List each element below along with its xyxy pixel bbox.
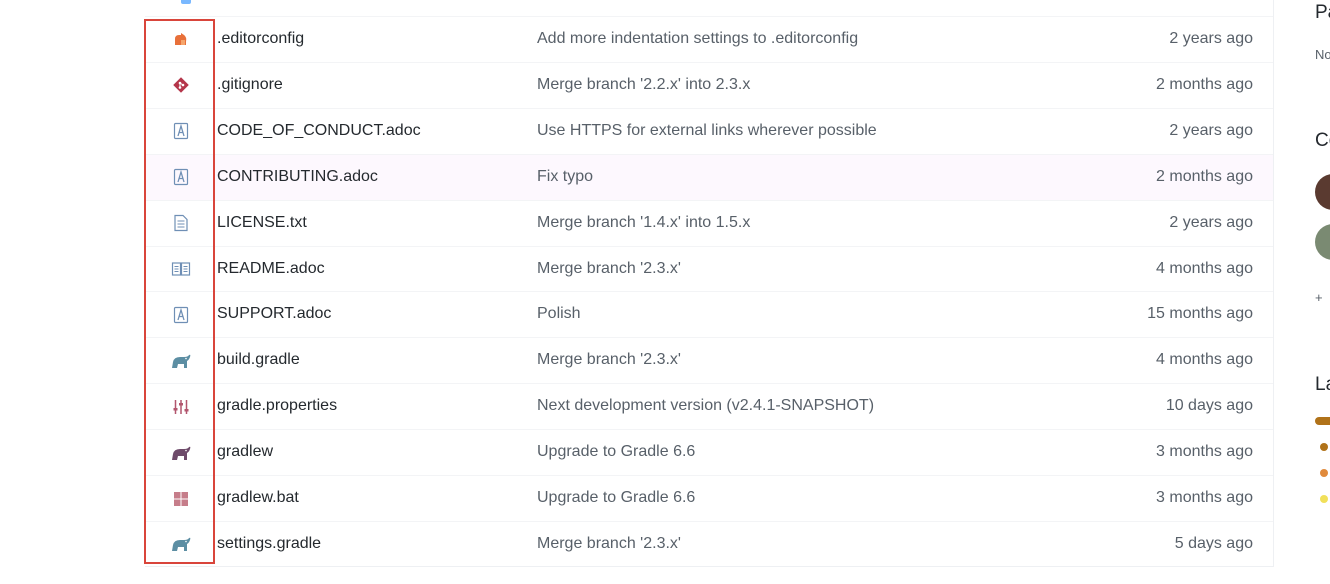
commit-age: 15 months ago [1147, 305, 1253, 323]
commit-age: 3 months ago [1156, 489, 1253, 506]
file-row[interactable]: settings.gradle Merge branch '2.3.x' 5 day… [145, 520, 1273, 567]
file-name-link[interactable]: gradlew [217, 443, 273, 461]
commit-age: 10 days ago [1165, 397, 1253, 415]
file-row[interactable]: gradlew Upgrade to Gradle 6.6 3 months ago [145, 429, 1273, 475]
language-dot [1320, 443, 1328, 451]
git-icon [145, 63, 217, 108]
file-name-link[interactable]: CODE_OF_CONDUCT.adoc [217, 122, 421, 140]
file-list: .editorconfig Add more indentation settin… [145, 0, 1274, 567]
commit-age: 2 months ago [1156, 167, 1253, 185]
asciidoc-icon [145, 292, 217, 337]
file-row[interactable]: gradle.properties Next development versio… [145, 383, 1273, 429]
contributor-avatar[interactable] [1315, 174, 1330, 210]
language-dot [1320, 495, 1328, 503]
file-row[interactable]: gradlew.bat Upgrade to Gradle 6.6 3 months… [145, 475, 1273, 521]
file-name-link[interactable]: .gitignore [217, 76, 283, 94]
file-name-link[interactable]: README.adoc [217, 260, 325, 278]
commit-age: 4 months ago [1156, 351, 1253, 369]
right-sidebar: Pa No Co + La [1275, 0, 1330, 584]
file-name-link[interactable]: SUPPORT.adoc [217, 305, 331, 323]
commit-message-link[interactable]: Merge branch '2.3.x' [537, 351, 681, 369]
packages-text: No [1315, 47, 1330, 62]
editorconfig-icon [145, 17, 217, 62]
file-name-link[interactable]: CONTRIBUTING.adoc [217, 168, 378, 186]
readme-book-icon [145, 247, 217, 292]
file-row[interactable]: .gitignore Merge branch '2.2.x' into 2.3.… [145, 61, 1273, 108]
commit-message-link[interactable]: Upgrade to Gradle 6.6 [537, 489, 695, 507]
commit-message-link[interactable]: Polish [537, 305, 581, 323]
commit-message-link[interactable]: Merge branch '2.3.x' [537, 535, 681, 553]
file-name-link[interactable]: LICENSE.txt [217, 214, 307, 232]
asciidoc-icon [145, 155, 217, 200]
commit-message-link[interactable]: Fix typo [537, 168, 593, 186]
language-bar [1315, 417, 1330, 425]
commit-age: 4 months ago [1156, 259, 1253, 277]
gradle-elephant-icon [145, 522, 217, 567]
commit-message-link[interactable]: Next development version (v2.4.1-SNAPSHO… [537, 397, 874, 415]
contributors-heading: Co [1315, 130, 1330, 151]
file-row-partial[interactable] [145, 0, 1273, 17]
commit-age: 2 years ago [1169, 213, 1253, 231]
file-row[interactable]: .editorconfig Add more indentation settin… [145, 16, 1273, 62]
commit-message-link[interactable]: Merge branch '2.3.x' [537, 260, 681, 278]
packages-heading: Pa [1315, 2, 1330, 23]
commit-message-link[interactable]: Merge branch '2.2.x' into 2.3.x [537, 76, 750, 94]
commit-message-link[interactable]: Add more indentation settings to .editor… [537, 30, 858, 48]
text-file-icon [145, 201, 217, 246]
asciidoc-icon [145, 109, 217, 154]
file-row[interactable]: README.adoc Merge branch '2.3.x' 4 months … [145, 245, 1273, 292]
file-row[interactable]: build.gradle Merge branch '2.3.x' 4 months… [145, 337, 1273, 383]
commit-age: 3 months ago [1156, 443, 1253, 461]
commit-age: 2 months ago [1156, 75, 1253, 93]
contributor-avatar[interactable] [1315, 224, 1330, 260]
commit-age: 2 years ago [1169, 121, 1253, 139]
file-row[interactable]: CODE_OF_CONDUCT.adoc Use HTTPS for extern… [145, 107, 1273, 154]
commit-message-link[interactable]: Upgrade to Gradle 6.6 [537, 443, 695, 461]
commit-message-link[interactable]: Merge branch '1.4.x' into 1.5.x [537, 214, 750, 232]
file-row[interactable]: SUPPORT.adoc Polish 15 months ago [145, 291, 1273, 337]
gradle-elephant-icon [145, 430, 217, 475]
commit-age: 2 years ago [1169, 30, 1253, 47]
file-name-link[interactable]: .editorconfig [217, 30, 304, 48]
file-name-link[interactable]: settings.gradle [217, 535, 321, 553]
language-dot [1320, 469, 1328, 477]
gradle-elephant-icon [145, 338, 217, 383]
windows-icon [145, 476, 217, 521]
commit-age: 5 days ago [1174, 534, 1253, 552]
folder-icon [181, 0, 191, 4]
languages-heading: La [1315, 374, 1330, 395]
file-name-link[interactable]: build.gradle [217, 351, 300, 369]
file-name-link[interactable]: gradlew.bat [217, 489, 299, 507]
commit-message-link[interactable]: Use HTTPS for external links wherever po… [537, 122, 877, 140]
file-row[interactable]: LICENSE.txt Merge branch '1.4.x' into 1.5… [145, 199, 1273, 246]
more-contributors[interactable]: + [1315, 290, 1323, 305]
properties-sliders-icon [145, 384, 217, 429]
file-name-link[interactable]: gradle.properties [217, 397, 337, 415]
file-row[interactable]: CONTRIBUTING.adoc Fix typo 2 months ago [145, 153, 1273, 200]
